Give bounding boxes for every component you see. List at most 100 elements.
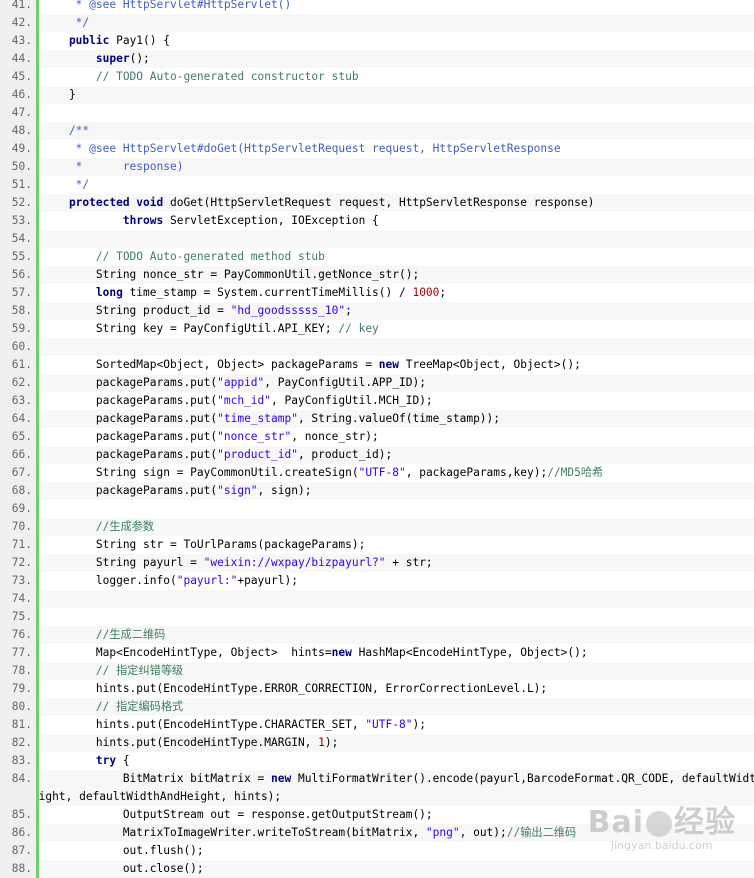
code-token: "product_id" — [217, 448, 298, 461]
code-token: new — [378, 358, 399, 371]
line-number: 78. — [0, 662, 36, 680]
line-number: 59. — [0, 320, 36, 338]
line-number: 72. — [0, 554, 36, 572]
code-text: String product_id = "hd_goodsssss_10"; — [39, 302, 754, 320]
code-text: * @see HttpServlet#doGet(HttpServletRequ… — [39, 140, 754, 158]
code-token: * @see HttpServlet#doGet(HttpServletRequ… — [42, 142, 561, 155]
code-line: 71. String str = ToUrlParams(packagePara… — [0, 536, 754, 554]
code-text: packageParams.put("time_stamp", String.v… — [39, 410, 754, 428]
code-token: String sign = PayCommonUtil.createSign( — [42, 466, 359, 479]
code-line: 55. // TODO Auto-generated method stub — [0, 248, 754, 266]
code-token: //生成参数 — [42, 520, 155, 533]
code-line: 77. Map<EncodeHintType, Object> hints=ne… — [0, 644, 754, 662]
code-line: 74. — [0, 590, 754, 608]
code-token: , packageParams,key); — [405, 466, 548, 479]
line-number: 62. — [0, 374, 36, 392]
code-text: * @see HttpServlet#HttpServlet() — [39, 0, 754, 14]
code-text: SortedMap<Object, Object> packageParams … — [39, 356, 754, 374]
line-number: 79. — [0, 680, 36, 698]
line-number: 65. — [0, 428, 36, 446]
watermark-logo-left: Bai — [587, 805, 644, 840]
code-token: ); — [324, 736, 339, 749]
code-token: protected void — [42, 196, 164, 209]
code-token: "UTF-8" — [358, 466, 406, 479]
code-token: /** — [42, 124, 90, 137]
code-token: packageParams.put( — [42, 484, 218, 497]
watermark-logo-right: 经验 — [674, 805, 736, 840]
code-line: 49. * @see HttpServlet#doGet(HttpServlet… — [0, 140, 754, 158]
code-token: long — [42, 286, 123, 299]
code-token: ); — [412, 718, 426, 731]
code-line: 54. — [0, 230, 754, 248]
code-token: packageParams.put( — [42, 376, 218, 389]
code-line: 57. long time_stamp = System.currentTime… — [0, 284, 754, 302]
code-text: */ — [39, 14, 754, 32]
code-line: 76. //生成二维码 — [0, 626, 754, 644]
code-line: 82. hints.put(EncodeHintType.MARGIN, 1); — [0, 734, 754, 752]
code-text: hints.put(EncodeHintType.MARGIN, 1); — [39, 734, 754, 752]
code-token: ; — [345, 304, 352, 317]
code-token: hints.put(EncodeHintType.CHARACTER_SET, — [42, 718, 366, 731]
line-number: 54. — [0, 230, 36, 248]
code-token: , out); — [459, 826, 507, 839]
code-token: , product_id); — [297, 448, 393, 461]
code-text: super(); — [39, 50, 754, 68]
code-line: 78. // 指定纠错等级 — [0, 662, 754, 680]
code-token: + str; — [385, 556, 433, 569]
line-number: 77. — [0, 644, 36, 662]
code-text: packageParams.put("mch_id", PayConfigUti… — [39, 392, 754, 410]
code-token: // 指定编码格式 — [42, 700, 184, 713]
line-number: 67. — [0, 464, 36, 482]
code-text: long time_stamp = System.currentTimeMill… — [39, 284, 754, 302]
code-token: String str = ToUrlParams(packageParams); — [42, 538, 366, 551]
line-number: 68. — [0, 482, 36, 500]
code-token: "nonce_str" — [217, 430, 292, 443]
code-token: 1 — [318, 736, 325, 749]
code-token: String payurl = — [42, 556, 204, 569]
code-line: 56. String nonce_str = PayCommonUtil.get… — [0, 266, 754, 284]
line-number: 84. — [0, 770, 36, 806]
code-token: packageParams.put( — [42, 430, 218, 443]
line-number: 63. — [0, 392, 36, 410]
code-token: String key = PayConfigUtil.API_KEY; — [42, 322, 339, 335]
code-token: "sign" — [217, 484, 258, 497]
line-number: 71. — [0, 536, 36, 554]
code-token: */ — [42, 16, 90, 29]
code-line: 47. — [0, 104, 754, 122]
code-token: new — [271, 772, 292, 785]
code-token: * @see HttpServlet#HttpServlet() — [42, 0, 292, 11]
code-token: packageParams.put( — [42, 412, 218, 425]
code-line: 60. — [0, 338, 754, 356]
code-text: packageParams.put("nonce_str", nonce_str… — [39, 428, 754, 446]
line-number: 56. — [0, 266, 36, 284]
code-line: 66. packageParams.put("product_id", prod… — [0, 446, 754, 464]
code-token: OutputStream out = response.getOutputStr… — [42, 808, 433, 821]
code-line: 80. // 指定编码格式 — [0, 698, 754, 716]
code-line: 53. throws ServletException, IOException… — [0, 212, 754, 230]
code-text: out.close(); — [39, 860, 754, 878]
code-token: "UTF-8" — [365, 718, 413, 731]
code-text: // TODO Auto-generated constructor stub — [39, 68, 754, 86]
code-token: ServletException, IOException { — [163, 214, 379, 227]
code-text: logger.info("payurl:"+payurl); — [39, 572, 754, 590]
code-token: public — [42, 34, 110, 47]
code-token: , PayConfigUtil.MCH_ID); — [271, 394, 433, 407]
code-token: } — [42, 88, 76, 101]
code-token: // TODO Auto-generated constructor stub — [42, 70, 359, 83]
code-line: 41. * @see HttpServlet#HttpServlet() — [0, 0, 754, 14]
line-number: 41. — [0, 0, 36, 14]
line-number: 75. — [0, 608, 36, 626]
code-line: 61. SortedMap<Object, Object> packagePar… — [0, 356, 754, 374]
code-text: public Pay1() { — [39, 32, 754, 50]
code-text: packageParams.put("sign", sign); — [39, 482, 754, 500]
line-number: 53. — [0, 212, 36, 230]
code-line: 45. // TODO Auto-generated constructor s… — [0, 68, 754, 86]
code-token: , nonce_str); — [291, 430, 379, 443]
baidu-jingyan-watermark: Bai 经验 jingyan.baidu.com — [588, 797, 736, 852]
line-number: 88. — [0, 860, 36, 878]
code-text: hints.put(EncodeHintType.ERROR_CORRECTIO… — [39, 680, 754, 698]
code-token: Map<EncodeHintType, Object> hints= — [42, 646, 332, 659]
